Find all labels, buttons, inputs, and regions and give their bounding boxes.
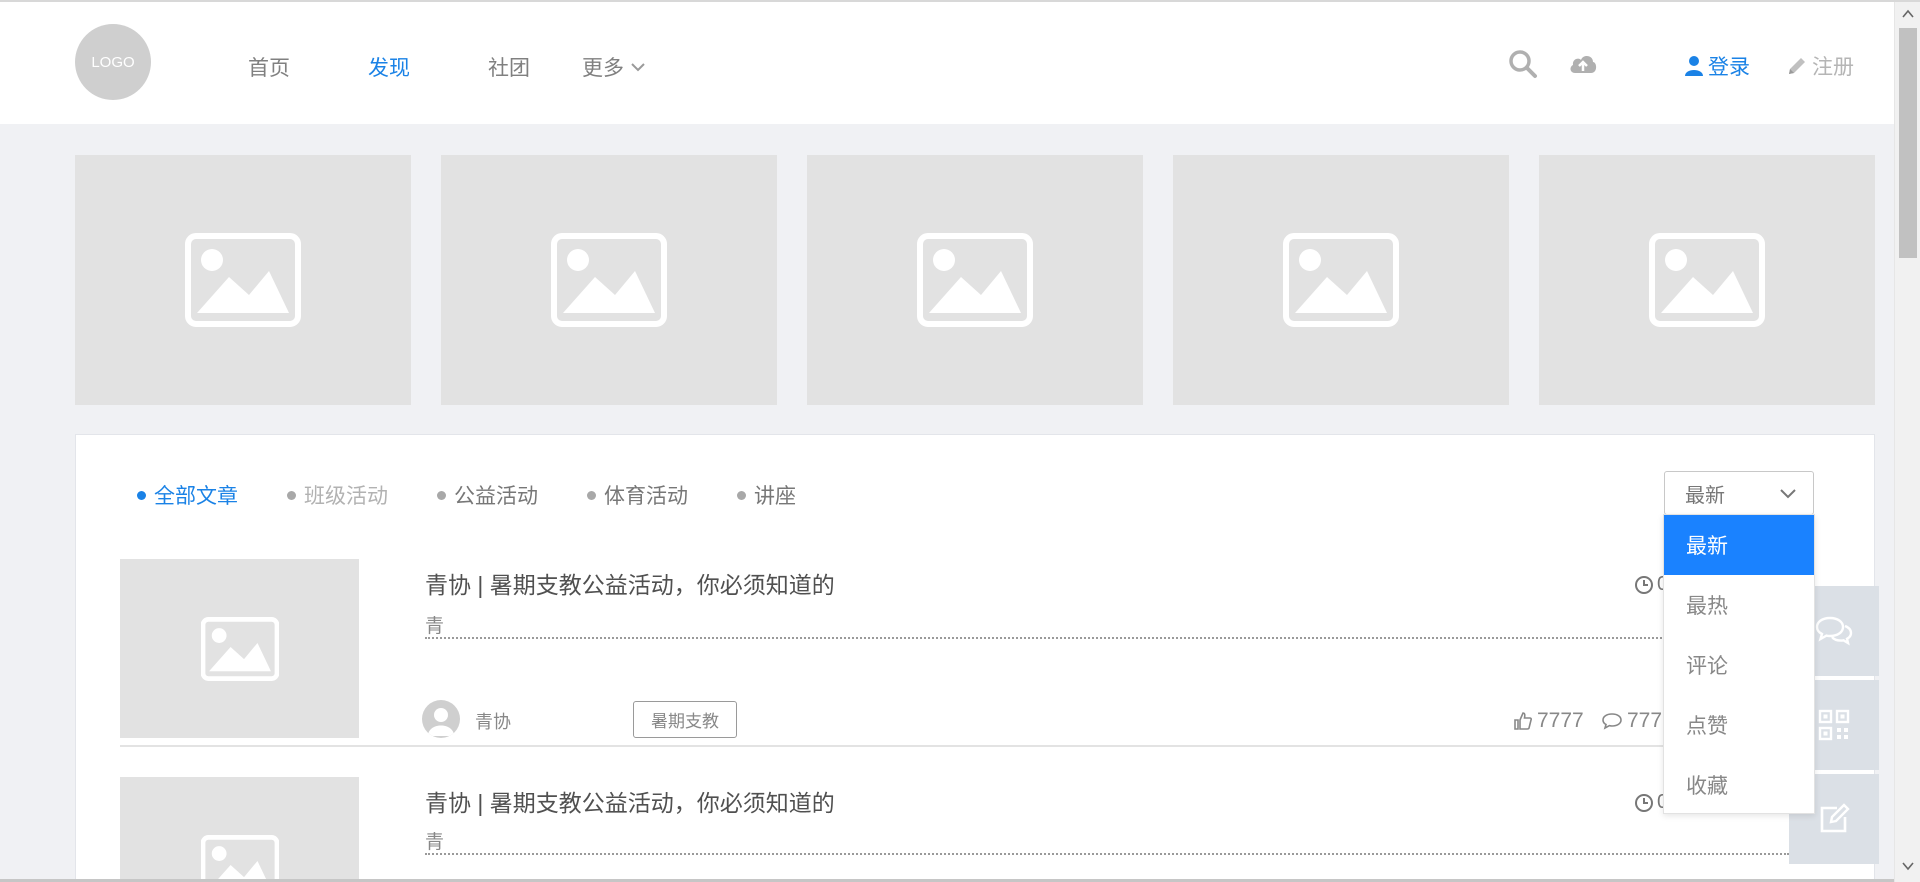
- comment-icon: [1602, 713, 1622, 730]
- nav-item-clubs[interactable]: 社团: [488, 52, 530, 82]
- search-icon[interactable]: [1507, 48, 1539, 80]
- comment-count-value: 777: [1627, 709, 1663, 732]
- site-header: LOGO 首页 发现 社团 更多 登录 注册: [0, 2, 1894, 124]
- clock-icon: [1635, 794, 1653, 812]
- banner-image-4[interactable]: [1173, 155, 1509, 405]
- tab-dot: [437, 490, 446, 500]
- scroll-down-arrow-icon[interactable]: [1900, 858, 1916, 874]
- tab-label: 全部文章: [154, 485, 238, 508]
- comment-count[interactable]: 777: [1601, 709, 1662, 733]
- article-divider: [120, 745, 1789, 747]
- chat-icon: [1815, 616, 1853, 646]
- tab-class-activities[interactable]: 班级活动: [287, 480, 388, 510]
- article-author[interactable]: 青协: [475, 708, 511, 734]
- edit-icon: [1820, 803, 1850, 833]
- sort-option-favorites[interactable]: 收藏: [1664, 755, 1814, 815]
- banner-image-2[interactable]: [441, 155, 777, 405]
- tab-dot: [137, 490, 146, 500]
- article-thumbnail[interactable]: [120, 559, 359, 738]
- tab-charity-activities[interactable]: 公益活动: [437, 480, 538, 510]
- tab-label: 公益活动: [454, 485, 538, 508]
- image-placeholder-icon: [200, 835, 279, 882]
- chevron-down-icon: [631, 63, 645, 72]
- banner-image-5[interactable]: [1539, 155, 1875, 405]
- sort-option-hottest[interactable]: 最热: [1664, 575, 1814, 635]
- avatar[interactable]: [422, 700, 460, 738]
- banner-image-1[interactable]: [75, 155, 411, 405]
- banner-image-3[interactable]: [807, 155, 1143, 405]
- clock-icon: [1635, 576, 1653, 594]
- logo[interactable]: LOGO: [75, 24, 151, 100]
- article-thumbnail[interactable]: [120, 777, 359, 882]
- tab-lectures[interactable]: 讲座: [737, 480, 796, 510]
- article-excerpt: 青: [425, 827, 1789, 855]
- image-placeholder-icon: [185, 233, 301, 327]
- login-label: 登录: [1708, 56, 1750, 79]
- nav-item-home[interactable]: 首页: [248, 52, 290, 82]
- scrollbar-thumb[interactable]: [1899, 28, 1917, 258]
- register-link[interactable]: 注册: [1786, 51, 1854, 81]
- sort-option-comments[interactable]: 评论: [1664, 635, 1814, 695]
- tab-label: 班级活动: [304, 485, 388, 508]
- pencil-icon: [1789, 58, 1805, 74]
- tab-dot: [737, 490, 746, 500]
- sort-option-newest[interactable]: 最新: [1664, 515, 1814, 575]
- chevron-down-icon: [1780, 489, 1796, 499]
- user-icon: [1685, 56, 1703, 76]
- logo-text: LOGO: [91, 53, 135, 71]
- article-title[interactable]: 青协 | 暑期支教公益活动，你必须知道的: [425, 566, 835, 600]
- article-title[interactable]: 青协 | 暑期支教公益活动，你必须知道的: [425, 784, 835, 818]
- nav-item-more[interactable]: 更多: [582, 52, 646, 82]
- thumbs-up-icon: [1514, 712, 1532, 730]
- image-placeholder-icon: [1283, 233, 1399, 327]
- nav-more-label: 更多: [582, 57, 624, 80]
- nav-item-discover[interactable]: 发现: [368, 52, 410, 82]
- tab-label: 体育活动: [604, 485, 688, 508]
- cloud-upload-icon[interactable]: [1567, 48, 1599, 80]
- like-count[interactable]: 7777: [1513, 709, 1584, 733]
- image-placeholder-icon: [200, 616, 279, 681]
- qr-code-icon: [1818, 709, 1850, 741]
- tab-sports-activities[interactable]: 体育活动: [587, 480, 688, 510]
- tab-all-articles[interactable]: 全部文章: [137, 480, 238, 510]
- image-placeholder-icon: [917, 233, 1033, 327]
- sort-selected-value: 最新: [1685, 484, 1725, 507]
- sort-option-likes[interactable]: 点赞: [1664, 695, 1814, 755]
- login-link[interactable]: 登录: [1684, 51, 1750, 81]
- article-excerpt: 青: [425, 611, 1789, 639]
- article-tag[interactable]: 暑期支教: [633, 701, 737, 738]
- sort-select[interactable]: 最新: [1664, 471, 1814, 515]
- vertical-scrollbar[interactable]: [1894, 2, 1920, 882]
- tab-dot: [287, 490, 296, 500]
- register-label: 注册: [1812, 56, 1854, 79]
- like-count-value: 7777: [1537, 709, 1584, 732]
- scroll-up-arrow-icon[interactable]: [1900, 6, 1916, 22]
- sort-dropdown-menu: 最新 最热 评论 点赞 收藏: [1663, 514, 1815, 814]
- image-placeholder-icon: [1649, 233, 1765, 327]
- user-avatar-icon: [428, 708, 454, 736]
- tab-label: 讲座: [754, 485, 796, 508]
- image-placeholder-icon: [551, 233, 667, 327]
- tab-dot: [587, 490, 596, 500]
